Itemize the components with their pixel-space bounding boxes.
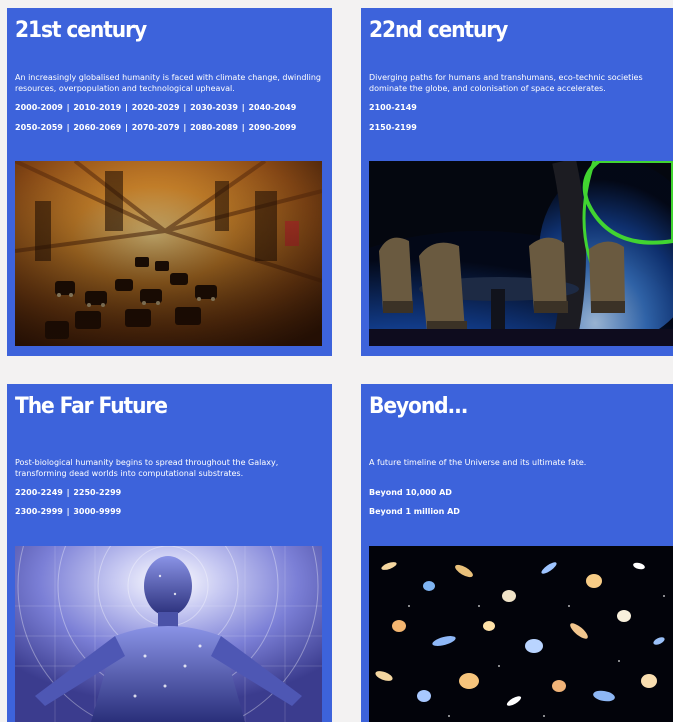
card-title[interactable]: 22nd century xyxy=(369,18,508,43)
link-decade[interactable]: 2060-2069 xyxy=(73,123,121,132)
link-decade[interactable]: 2070-2079 xyxy=(132,123,180,132)
decade-links-row-2: 2050-2059 | 2060-2069 | 2070-2079 | 2080… xyxy=(15,123,297,132)
card-description: An increasingly globalised humanity is f… xyxy=(15,73,321,93)
card-description: A future timeline of the Universe and it… xyxy=(369,458,587,467)
period-links-row-1: 2100-2149 xyxy=(369,103,417,112)
period-links-row-2: 2300-2999 | 3000-9999 xyxy=(15,507,122,516)
card-beyond: Beyond... A future timeline of the Unive… xyxy=(361,384,673,722)
space-lounge-image[interactable] xyxy=(369,161,673,346)
link-decade[interactable]: 2050-2059 xyxy=(15,123,63,132)
link-era[interactable]: Beyond 1 million AD xyxy=(369,507,460,516)
link-period[interactable]: 2300-2999 xyxy=(15,507,63,516)
card-description: Diverging paths for humans and transhuma… xyxy=(369,73,643,93)
city-traffic-image[interactable] xyxy=(15,161,322,346)
link-period[interactable]: 2200-2249 xyxy=(15,488,63,497)
link-period[interactable]: 3000-9999 xyxy=(73,507,121,516)
card-title[interactable]: 21st century xyxy=(15,18,147,43)
link-period[interactable]: 2250-2299 xyxy=(73,488,121,497)
card-far-future: The Far Future Post-biological humanity … xyxy=(7,384,332,722)
era-links-row-2: Beyond 1 million AD xyxy=(369,507,460,516)
card-title[interactable]: The Far Future xyxy=(15,394,168,419)
link-period[interactable]: 2100-2149 xyxy=(369,103,417,112)
link-decade[interactable]: 2020-2029 xyxy=(132,103,180,112)
digital-human-image[interactable] xyxy=(15,546,322,722)
galaxies-image[interactable] xyxy=(369,546,673,722)
period-links-row-2: 2150-2199 xyxy=(369,123,417,132)
period-links-row-1: 2200-2249 | 2250-2299 xyxy=(15,488,122,497)
link-decade[interactable]: 2000-2009 xyxy=(15,103,63,112)
link-decade[interactable]: 2010-2019 xyxy=(73,103,121,112)
link-period[interactable]: 2150-2199 xyxy=(369,123,417,132)
card-21st-century: 21st century An increasingly globalised … xyxy=(7,8,332,356)
link-decade[interactable]: 2090-2099 xyxy=(248,123,296,132)
card-22nd-century: 22nd century Diverging paths for humans … xyxy=(361,8,673,356)
link-decade[interactable]: 2080-2089 xyxy=(190,123,238,132)
decade-links-row-1: 2000-2009 | 2010-2019 | 2020-2029 | 2030… xyxy=(15,103,297,112)
link-decade[interactable]: 2030-2039 xyxy=(190,103,238,112)
card-title[interactable]: Beyond... xyxy=(369,394,468,419)
link-decade[interactable]: 2040-2049 xyxy=(248,103,296,112)
card-description: Post-biological humanity begins to sprea… xyxy=(15,458,279,478)
link-era[interactable]: Beyond 10,000 AD xyxy=(369,488,452,497)
era-links-row-1: Beyond 10,000 AD xyxy=(369,488,452,497)
